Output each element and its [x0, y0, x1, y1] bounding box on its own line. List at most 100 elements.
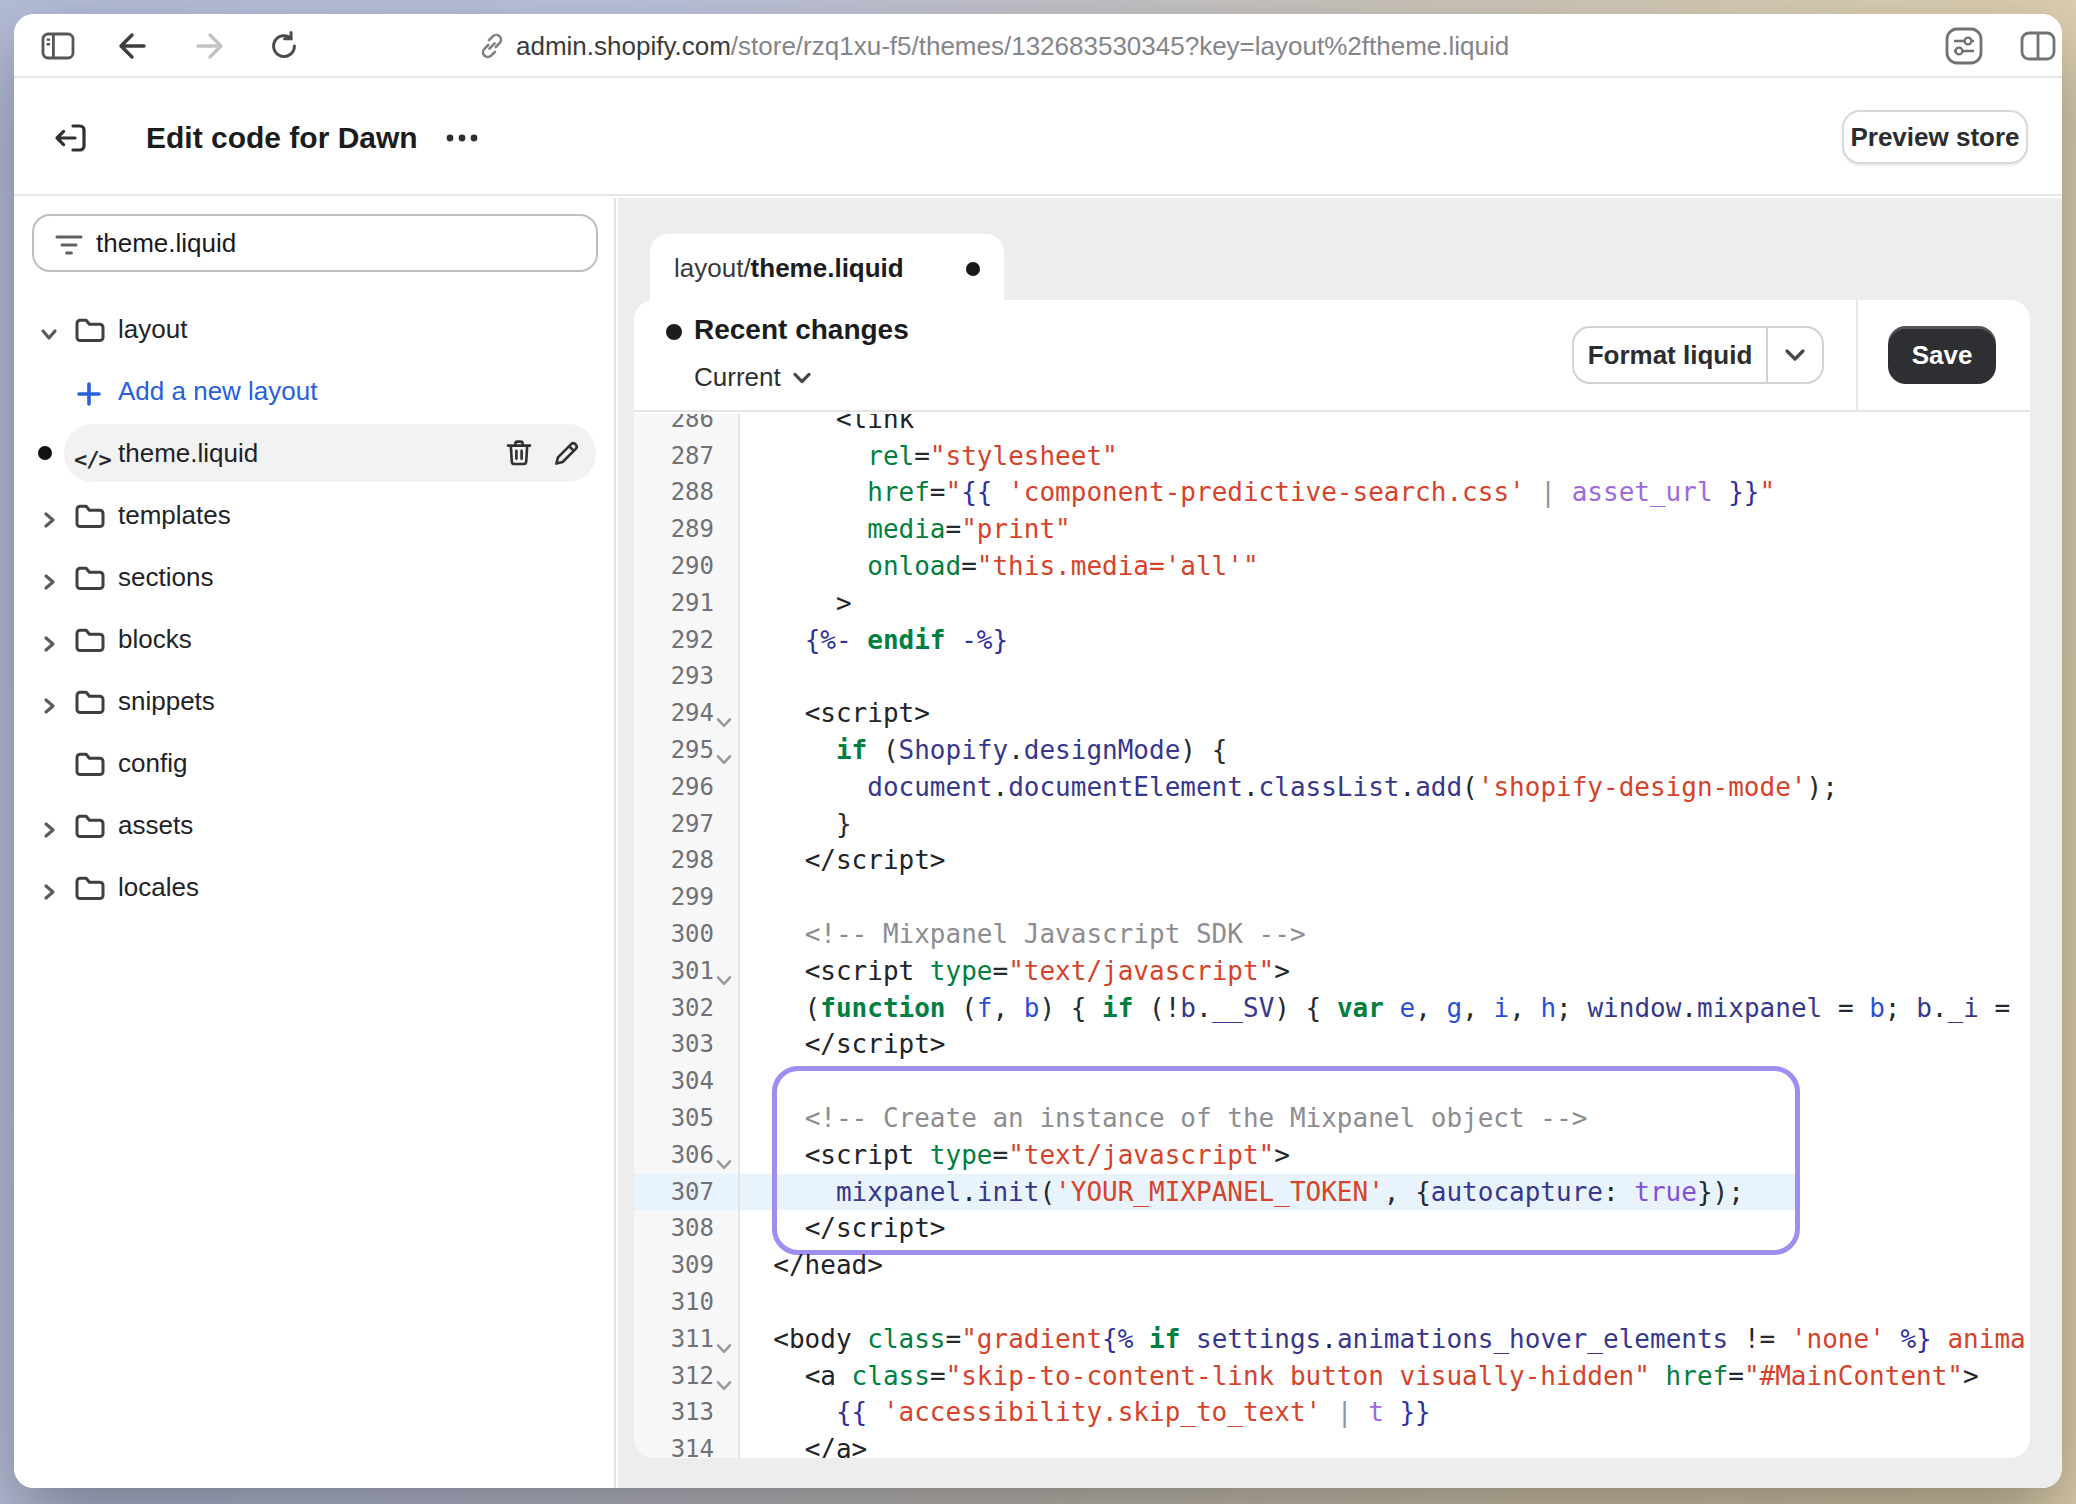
folder-icon [74, 748, 106, 778]
chevron-down-icon[interactable] [38, 316, 62, 342]
delete-file-icon[interactable] [504, 438, 534, 468]
line-number: 307 [634, 1174, 738, 1211]
line-number: 302 [634, 990, 738, 1027]
line-number: 290 [634, 548, 738, 585]
code-line[interactable]: <script type="text/javascript"> [742, 953, 2030, 990]
chevron-down-icon [793, 372, 811, 384]
line-number: 286 [634, 414, 738, 438]
line-number: 312 [634, 1358, 738, 1395]
back-icon[interactable] [108, 14, 156, 78]
line-number: 295 [634, 732, 738, 769]
browser-toolbar: admin.shopify.com/store/rzq1xu-f5/themes… [14, 14, 2062, 78]
chevron-right-icon[interactable] [38, 812, 62, 838]
code-line[interactable]: onload="this.media='all'" [742, 548, 2030, 585]
code-line[interactable]: <!-- Create an instance of the Mixpanel … [742, 1100, 2030, 1137]
code-editor[interactable]: 2862872882892902912922932942952962972982… [634, 414, 2030, 1458]
folder-icon [74, 872, 106, 902]
line-number: 301 [634, 953, 738, 990]
line-number: 314 [634, 1431, 738, 1458]
plus-icon [76, 378, 108, 408]
folder-icon [74, 810, 106, 840]
save-button[interactable]: Save [1888, 326, 1996, 384]
code-line[interactable]: <script> [742, 695, 2030, 732]
folder-icon [74, 686, 106, 716]
sidebar-item-theme.liquid[interactable]: </>theme.liquid [14, 422, 614, 484]
line-number: 310 [634, 1284, 738, 1321]
sidebar-item-locales[interactable]: locales [14, 856, 614, 918]
chevron-down-icon [1785, 349, 1805, 361]
sidebar-item-templates[interactable]: templates [14, 484, 614, 546]
code-line[interactable] [742, 879, 2030, 916]
sidebar-item-sections[interactable]: sections [14, 546, 614, 608]
code-line[interactable]: </script> [742, 1210, 2030, 1247]
code-line[interactable]: <a class="skip-to-content-link button vi… [742, 1358, 2030, 1395]
line-number: 291 [634, 585, 738, 622]
code-line[interactable]: } [742, 806, 2030, 843]
code-line[interactable]: document.documentElement.classList.add('… [742, 769, 2030, 806]
format-liquid-button[interactable]: Format liquid [1572, 326, 1824, 384]
line-number: 311 [634, 1321, 738, 1358]
code-file-icon: </> [74, 438, 106, 468]
chevron-right-icon[interactable] [38, 874, 62, 900]
url-text[interactable]: admin.shopify.com/store/rzq1xu-f5/themes… [516, 14, 1509, 78]
code-line[interactable]: <link [742, 414, 2030, 438]
code-line[interactable] [742, 1063, 2030, 1100]
chevron-right-icon[interactable] [38, 564, 62, 590]
code-line[interactable]: {{ 'accessibility.skip_to_text' | t }} [742, 1394, 2030, 1431]
code-line[interactable]: </a> [742, 1431, 2030, 1458]
code-line[interactable]: </script> [742, 842, 2030, 879]
reload-icon[interactable] [260, 14, 308, 78]
file-search-input[interactable]: theme.liquid [32, 214, 598, 272]
browser-window: admin.shopify.com/store/rzq1xu-f5/themes… [14, 14, 2062, 1488]
desktop: admin.shopify.com/store/rzq1xu-f5/themes… [0, 0, 2076, 1504]
line-number: 308 [634, 1210, 738, 1247]
filter-icon [54, 228, 84, 265]
exit-editor-icon[interactable] [46, 80, 94, 196]
sidebar-action-add-a-new-layout[interactable]: Add a new layout [14, 360, 614, 422]
editor-tab[interactable]: layout/theme.liquid [650, 234, 1004, 302]
forward-icon[interactable] [186, 14, 234, 78]
format-liquid-caret[interactable] [1768, 328, 1822, 382]
code-line[interactable]: (function (f, b) { if (!b.__SV) { var e,… [742, 990, 2030, 1027]
page-title: Edit code for Dawn [146, 80, 418, 196]
sidebar-item-layout[interactable]: layout [14, 298, 614, 360]
line-number: 296 [634, 769, 738, 806]
code-line[interactable]: rel="stylesheet" [742, 438, 2030, 475]
line-number: 293 [634, 658, 738, 695]
code-line[interactable]: </script> [742, 1026, 2030, 1063]
sidebar-item-config[interactable]: config [14, 732, 614, 794]
more-menu-icon[interactable] [438, 80, 486, 196]
edit-file-icon[interactable] [552, 438, 582, 468]
code-line[interactable] [742, 1284, 2030, 1321]
line-number: 309 [634, 1247, 738, 1284]
line-number: 288 [634, 474, 738, 511]
version-dropdown[interactable]: Current [694, 362, 811, 393]
editor-area: layout/theme.liquid Recent changes Curre… [618, 198, 2062, 1488]
code-line[interactable]: <body class="gradient{% if settings.anim… [742, 1321, 2030, 1358]
page-settings-icon[interactable] [1940, 14, 1988, 78]
chevron-right-icon[interactable] [38, 688, 62, 714]
chevron-right-icon[interactable] [38, 626, 62, 652]
chevron-right-icon[interactable] [38, 502, 62, 528]
file-tree: layoutAdd a new layout</>theme.liquidtem… [14, 298, 614, 918]
code-line[interactable]: <script type="text/javascript"> [742, 1137, 2030, 1174]
code-line[interactable]: {%- endif -%} [742, 622, 2030, 659]
code-line[interactable]: <!-- Mixpanel Javascript SDK --> [742, 916, 2030, 953]
line-number: 303 [634, 1026, 738, 1063]
sidebar-item-snippets[interactable]: snippets [14, 670, 614, 732]
code-line[interactable] [742, 658, 2030, 695]
code-line[interactable]: mixpanel.init('YOUR_MIXPANEL_TOKEN', {au… [742, 1174, 2030, 1211]
code-line[interactable]: > [742, 585, 2030, 622]
code-line[interactable]: href="{{ 'component-predictive-search.cs… [742, 474, 2030, 511]
line-number: 305 [634, 1100, 738, 1137]
line-number: 299 [634, 879, 738, 916]
sidebar-toggle-icon[interactable] [34, 14, 82, 78]
sidebar-item-blocks[interactable]: blocks [14, 608, 614, 670]
code-line[interactable]: </head> [742, 1247, 2030, 1284]
split-view-icon[interactable] [2014, 14, 2062, 78]
folder-icon [74, 624, 106, 654]
code-line[interactable]: if (Shopify.designMode) { [742, 732, 2030, 769]
sidebar-item-assets[interactable]: assets [14, 794, 614, 856]
code-line[interactable]: media="print" [742, 511, 2030, 548]
preview-store-button[interactable]: Preview store [1842, 110, 2028, 164]
